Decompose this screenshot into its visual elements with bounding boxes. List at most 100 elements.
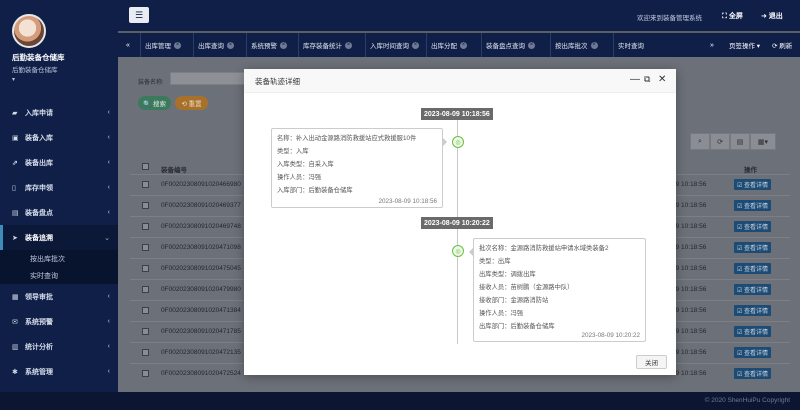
sidebar-item-label: 系统管理 — [25, 368, 53, 376]
tabs-scroll-right-icon[interactable]: » — [702, 33, 722, 57]
tab-close-icon[interactable]: × — [174, 41, 181, 49]
view-detail-button[interactable]: ☑ 查看详情 — [734, 179, 772, 190]
caret-down-icon[interactable]: ▾ — [12, 76, 118, 83]
submenu-item[interactable]: 按出库批次 — [0, 250, 118, 267]
sidebar-item-label: 库存申领 — [25, 184, 53, 192]
tab-close-icon[interactable]: × — [345, 41, 352, 49]
sidebar-item-label: 系统预警 — [25, 318, 53, 326]
tab-4[interactable]: 入库时间查询 × — [365, 33, 423, 57]
row-checkbox[interactable] — [142, 286, 149, 293]
timeline-node-icon: ◎ — [452, 245, 464, 257]
bullhorn-icon: ✉ — [12, 318, 18, 326]
tab-2[interactable]: 系统预警 × — [246, 33, 291, 57]
view-detail-button[interactable]: ☑ 查看详情 — [734, 221, 772, 232]
event-card-inbound: 名称：补入出动金源路消防救援站应式救援服10件 类型：入库 入库类型：自采入库 … — [271, 128, 447, 208]
search-button[interactable]: 🔍 搜索 — [138, 96, 171, 110]
tab-close-icon[interactable]: × — [590, 41, 598, 49]
tabs-scroll-left-icon[interactable]: « — [118, 33, 138, 57]
tab-8[interactable]: 实时查询 — [613, 33, 648, 57]
refresh-button[interactable]: ⟳ 刷新 — [772, 33, 792, 57]
view-detail-button[interactable]: ☑ 查看详情 — [734, 347, 772, 358]
row-code: 0F00202308091020479980 — [161, 286, 241, 293]
event-line: 名称：补入出动金源路消防救援站应式救援服10件 — [277, 135, 417, 142]
minimize-icon[interactable]: — — [630, 74, 640, 85]
row-checkbox[interactable] — [142, 349, 149, 356]
close-button[interactable]: 关闭 — [636, 355, 667, 369]
row-checkbox[interactable] — [142, 307, 149, 314]
sidebar-item-5[interactable]: ➤ 装备追溯 ⌄ — [0, 225, 118, 250]
row-checkbox[interactable] — [142, 370, 149, 377]
maximize-icon[interactable]: ⧉ — [644, 74, 650, 85]
view-detail-button[interactable]: ☑ 查看详情 — [734, 368, 772, 379]
export-icon[interactable]: ▦▾ — [750, 133, 776, 150]
tab-close-icon[interactable]: × — [528, 41, 535, 49]
view-detail-button[interactable]: ☑ 查看详情 — [734, 242, 772, 253]
row-code: 0F00202308091020472135 — [161, 349, 241, 356]
row-checkbox[interactable] — [142, 202, 149, 209]
refresh-icon[interactable]: ⟳ — [710, 133, 730, 150]
modal-title: 装备轨迹详细 — [255, 77, 300, 86]
tab-close-icon[interactable]: × — [227, 41, 234, 49]
reset-button[interactable]: ⟲ 重置 — [175, 96, 208, 110]
view-detail-button[interactable]: ☑ 查看详情 — [734, 326, 772, 337]
sidebar-item-7[interactable]: ✉ 系统预警 ‹ — [0, 309, 118, 334]
tab-label: 入库时间查询 — [370, 43, 409, 50]
select-all-checkbox[interactable] — [142, 163, 149, 170]
tab-5[interactable]: 出库分配 × — [426, 33, 471, 57]
row-checkbox[interactable] — [142, 328, 149, 335]
view-detail-button[interactable]: ☑ 查看详情 — [734, 305, 772, 316]
footer: © 2020 ShenHuiPu Copyright — [0, 392, 800, 410]
row-code: 0F00202308091020472524 — [161, 370, 241, 377]
event-card-outbound: 批次名称：金源路消防救援站申请水域类装备2 类型：出库 出库类型：调拨出库 接收… — [469, 238, 646, 342]
chevron-left-icon: ‹ — [107, 109, 110, 116]
user-name: 后勤装备仓储库 — [12, 53, 65, 62]
sidebar-item-label: 领导审批 — [25, 293, 53, 301]
row-code: 0F00202308091020475045 — [161, 265, 241, 272]
event-line: 类型：入库 — [277, 148, 309, 155]
search-icon[interactable]: ⌕ — [690, 133, 710, 150]
event-card-time: 2023-08-09 10:18:56 — [378, 198, 437, 205]
row-code: 0F00202308091020466980 — [161, 181, 241, 188]
tab-close-icon[interactable]: × — [412, 41, 419, 49]
sidebar-item-1[interactable]: ▣ 装备入库 ‹ — [0, 125, 118, 150]
sidebar-item-9[interactable]: ✱ 系统管理 ‹ — [0, 359, 118, 384]
submenu-item[interactable]: 实时查询 — [0, 267, 118, 284]
tab-close-icon[interactable]: × — [280, 41, 287, 49]
view-detail-button[interactable]: ☑ 查看详情 — [734, 263, 772, 274]
sidebar-item-4[interactable]: ▤ 装备盘点 ‹ — [0, 200, 118, 225]
tab-close-icon[interactable]: × — [460, 41, 467, 49]
tab-6[interactable]: 装备盘点查询 × — [481, 33, 539, 57]
row-checkbox[interactable] — [142, 265, 149, 272]
sidebar-item-8[interactable]: ▥ 统计分析 ‹ — [0, 334, 118, 359]
view-detail-button[interactable]: ☑ 查看详情 — [734, 200, 772, 211]
column-header-operation: 操作 — [744, 167, 757, 174]
tab-1[interactable]: 出库查询 × — [193, 33, 238, 57]
inbox-icon: ▣ — [12, 134, 19, 142]
row-checkbox[interactable] — [142, 223, 149, 230]
tab-bar: « 出库管理 × 出库查询 × 系统预警 × 库存装备统计 × 入库时间查询 × 出库分配 × 装备盘点… — [118, 33, 800, 57]
menu-toggle-icon[interactable]: ☰ — [129, 7, 149, 23]
close-icon[interactable]: ✕ — [658, 74, 666, 85]
top-navbar: ☰ 欢迎来到装备管理系统 ⛶ 全屏 ➜ 退出 — [118, 0, 800, 31]
sidebar: 后勤装备仓储库 后勤装备仓储库 ▾ ▰ 入库申请 ‹ ▣ 装备入库 ‹ ⇗ 装备出库 ‹ ▯ 库存申… — [0, 0, 118, 410]
columns-icon[interactable]: ▤ — [730, 133, 750, 150]
row-code: 0F00202308091020471384 — [161, 307, 241, 314]
timeline-date-tag: 2023-08-09 10:18:56 — [421, 108, 493, 120]
chevron-left-icon: ‹ — [107, 368, 110, 375]
sidebar-item-label: 入库申请 — [25, 109, 53, 117]
page-ops-dropdown[interactable]: 页签操作 ▾ — [729, 33, 760, 57]
sidebar-item-6[interactable]: ▦ 领导审批 ‹ — [0, 284, 118, 309]
tab-0[interactable]: 出库管理 × — [140, 33, 185, 57]
row-checkbox[interactable] — [142, 244, 149, 251]
view-detail-button[interactable]: ☑ 查看详情 — [734, 284, 772, 295]
logout-button[interactable]: ➜ 退出 — [761, 11, 783, 21]
tab-3[interactable]: 库存装备统计 × — [298, 33, 356, 57]
sidebar-item-2[interactable]: ⇗ 装备出库 ‹ — [0, 150, 118, 175]
fullscreen-button[interactable]: ⛶ 全屏 — [722, 11, 743, 21]
sidebar-item-3[interactable]: ▯ 库存申领 ‹ — [0, 175, 118, 200]
row-time: 09 10:18:56 — [672, 223, 707, 230]
sidebar-item-0[interactable]: ▰ 入库申请 ‹ — [0, 100, 118, 125]
avatar[interactable] — [12, 14, 46, 48]
row-checkbox[interactable] — [142, 181, 149, 188]
tab-7[interactable]: 按出库批次 × — [550, 33, 602, 57]
